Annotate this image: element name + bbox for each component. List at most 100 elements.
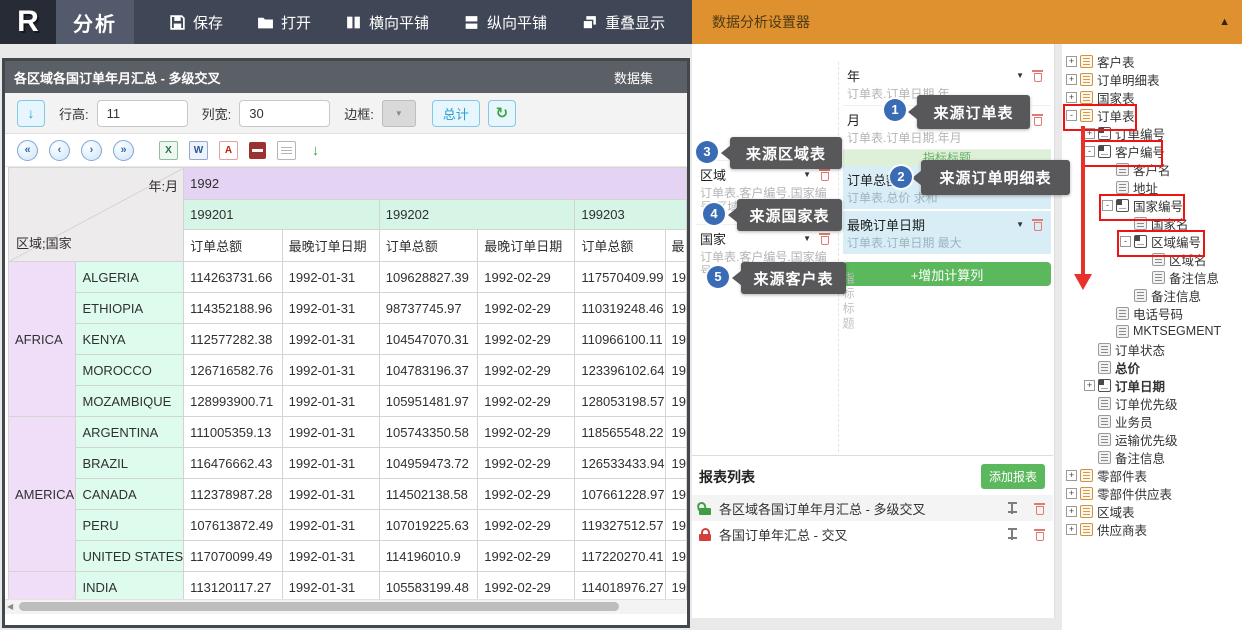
horizontal-scrollbar[interactable]: ◀ [5,599,687,614]
overlap-button[interactable]: 重叠显示 [564,0,682,44]
delete-field-icon[interactable] [1032,218,1043,231]
tree-item[interactable]: - 区域编号 [1062,232,1242,250]
scroll-left-icon[interactable]: ◀ [7,602,13,611]
expand-icon[interactable]: + [1066,523,1077,535]
report-list-item[interactable]: 各国订单年汇总 - 交叉 [692,521,1053,547]
report-list-item[interactable]: 各区域各国订单年月汇总 - 多级交叉 [692,495,1053,521]
collapse-icon[interactable]: - [1120,235,1131,247]
value-cell-clipped: 19 [664,509,687,541]
rename-report-icon[interactable] [1006,501,1019,515]
tree-item[interactable]: 电话号码 [1062,304,1242,322]
value-cell: 114352188.96 [183,292,283,324]
delete-field-icon[interactable] [819,232,830,245]
tree-item[interactable]: - 订单表 [1062,106,1242,124]
next-page-button[interactable]: › [81,139,102,161]
window-titlebar[interactable]: 各区域各国订单年月汇总 - 多级交叉 数据集 [5,61,687,93]
expand-icon[interactable]: + [1066,91,1077,103]
application-root: R 分析 保存 打开 横向平铺 纵向平铺 重叠显示 数据分析设置器 ▲ 各区域各国订单年… [0,0,1242,630]
tree-item[interactable]: + 零部件供应表 [1062,484,1242,502]
last-page-button[interactable]: » [113,139,134,161]
dataset-label[interactable]: 数据集 [614,68,687,87]
pdf-icon[interactable]: A [219,140,238,160]
tree-item[interactable]: 备注信息 [1062,448,1242,466]
download-icon[interactable]: ↓ [307,142,324,159]
tree-item[interactable]: 业务员 [1062,412,1242,430]
delete-field-icon[interactable] [1032,113,1043,126]
tile-vertical-button[interactable]: 纵向平铺 [446,0,564,44]
word-icon[interactable]: W [189,140,208,160]
border-select[interactable]: ▼ [381,99,416,127]
row-height-input[interactable] [96,99,188,127]
document-icon[interactable] [277,140,296,160]
country-cell: ARGENTINA [75,416,185,448]
expand-icon[interactable]: + [1066,73,1077,85]
chevron-down-icon[interactable]: ▼ [803,234,811,243]
expand-icon[interactable]: + [1066,55,1077,67]
add-report-button[interactable]: 添加报表 [980,464,1045,489]
tree-item[interactable]: + 订单编号 [1062,124,1242,142]
first-page-button[interactable]: « [17,139,38,161]
tree-item[interactable]: 备注信息 [1062,286,1242,304]
rename-report-icon[interactable] [1006,527,1019,541]
tree-item[interactable]: - 国家编号 [1062,196,1242,214]
total-button[interactable]: 总计 [431,99,480,127]
chevron-down-icon[interactable]: ▼ [1016,71,1024,80]
open-button[interactable]: 打开 [240,0,328,44]
save-button[interactable]: 保存 [152,0,240,44]
delete-report-icon[interactable] [1034,528,1045,541]
apply-row-height-button[interactable]: ↓ [17,99,45,127]
tree-item[interactable]: 国家名 [1062,214,1242,232]
toolbar-button-label: 横向平铺 [369,14,430,32]
delete-report-icon[interactable] [1034,502,1045,515]
tree-item-label: 订单表 [1097,109,1135,124]
data-grid-area: 年:月 区域;国家 1992 199201 199202 199203 订单总额 最晚订单日期… [5,167,687,599]
table-icon [1080,54,1093,68]
tile-horizontal-button[interactable]: 横向平铺 [328,0,446,44]
expand-icon[interactable]: + [1066,487,1077,499]
delete-field-icon[interactable] [1032,69,1043,82]
tree-item[interactable]: + 国家表 [1062,88,1242,106]
scrollbar-thumb[interactable] [19,602,619,611]
measure-header-cell: 订单总额 [574,229,666,262]
collapse-icon[interactable]: - [1102,199,1113,211]
tree-item[interactable]: 总价 [1062,358,1242,376]
tree-item[interactable]: + 区域表 [1062,502,1242,520]
tree-item[interactable]: 客户名 [1062,160,1242,178]
tree-item[interactable]: 订单优先级 [1062,394,1242,412]
tree-item[interactable]: 区域名 [1062,250,1242,268]
table-row: INDIA 113120117.27 1992-01-31 105583199.48 1… [7,571,687,599]
metric-latest-order-date[interactable]: 最晚订单日期 ▼ 订单表.订单日期 最大 [843,211,1051,254]
print-icon[interactable] [249,141,266,159]
tree-item[interactable]: + 供应商表 [1062,520,1242,538]
tree-item[interactable]: 地址 [1062,178,1242,196]
expand-icon[interactable]: + [1066,505,1077,517]
excel-icon[interactable]: X [159,140,178,160]
tree-item[interactable]: 订单状态 [1062,340,1242,358]
callout-3: 来源区域表 [721,137,842,169]
collapse-icon[interactable]: - [1066,109,1077,121]
collapse-icon[interactable]: - [1084,145,1095,157]
chevron-down-icon[interactable]: ▼ [803,170,811,179]
tree-item[interactable]: MKTSEGMENT [1062,322,1242,340]
table-icon [1080,90,1093,104]
tree-item[interactable]: + 订单日期 [1062,376,1242,394]
tree-item[interactable]: 运输优先级 [1062,430,1242,448]
expand-icon[interactable]: + [1066,469,1077,481]
tree-item[interactable]: + 客户表 [1062,52,1242,70]
col-width-input[interactable] [239,99,331,127]
expand-icon[interactable]: + [1084,127,1095,139]
chevron-down-icon[interactable]: ▼ [1016,220,1024,229]
prev-page-button[interactable]: ‹ [49,139,70,161]
refresh-button[interactable]: ↻ [487,99,516,127]
unlock-icon [699,502,712,515]
tree-item[interactable]: 备注信息 [1062,268,1242,286]
tree-item[interactable]: - 客户编号 [1062,142,1242,160]
corner-column-label: 年:月 [148,179,179,194]
tree-item[interactable]: + 订单明细表 [1062,70,1242,88]
delete-field-icon[interactable] [819,168,830,181]
tree-item[interactable]: + 零部件表 [1062,466,1242,484]
tab-analysis[interactable]: 分析 [56,0,134,44]
add-calc-column-button[interactable]: +增加计算列 [843,262,1051,286]
collapse-panel-icon[interactable]: ▲ [1219,16,1242,28]
expand-icon[interactable]: + [1084,379,1095,391]
